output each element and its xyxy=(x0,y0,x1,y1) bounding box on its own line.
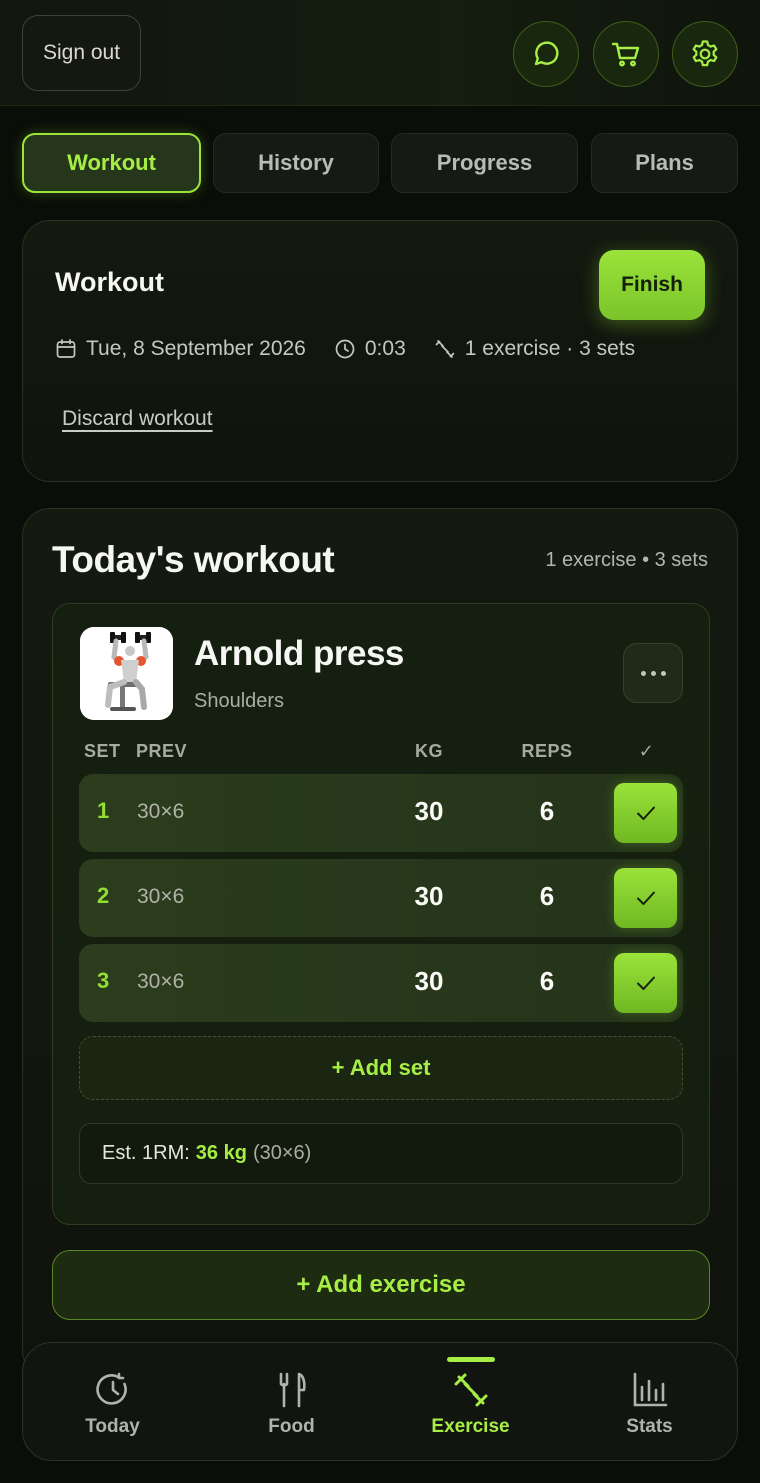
add-set-button[interactable]: + Add set xyxy=(79,1036,683,1100)
todays-workout-title: Today's workout xyxy=(52,539,335,580)
estimated-1rm: Est. 1RM: 36 kg (30×6) xyxy=(79,1123,683,1184)
set-reps[interactable]: 6 xyxy=(519,966,575,997)
bar-chart-icon xyxy=(633,1372,667,1407)
set-number: 1 xyxy=(97,798,110,823)
todays-workout-summary: 1 exercise • 3 sets xyxy=(545,549,708,571)
estimated-1rm-label: Est. 1RM: xyxy=(102,1142,190,1164)
settings-button[interactable] xyxy=(672,21,738,87)
estimated-1rm-value: 36 kg xyxy=(195,1142,247,1164)
nav-today[interactable]: Today xyxy=(23,1343,202,1462)
set-weight[interactable]: 30 xyxy=(401,881,457,912)
arnold-press-illustration xyxy=(80,627,173,720)
calendar-icon xyxy=(56,339,76,358)
session-summary: 1 exercise · 3 sets xyxy=(434,337,635,361)
dumbbell-icon xyxy=(454,1373,487,1407)
check-icon xyxy=(636,976,655,990)
set-previous: 30×6 xyxy=(137,970,185,993)
column-header-reps: REPS xyxy=(521,741,573,761)
set-row: 2 30×6 30 6 xyxy=(79,859,683,937)
active-nav-indicator xyxy=(446,1357,495,1362)
gear-icon xyxy=(692,40,718,67)
todays-workout-card: Today's workout 1 exercise • 3 sets Arno… xyxy=(22,508,738,1378)
set-number: 2 xyxy=(97,883,110,908)
session-timer-text: 0:03 xyxy=(364,337,406,360)
nav-stats[interactable]: Stats xyxy=(560,1343,739,1462)
nav-food-label: Food xyxy=(268,1416,315,1437)
check-icon xyxy=(636,891,655,905)
finish-button[interactable]: Finish xyxy=(599,250,705,320)
session-date: Tue, 8 September 2026 xyxy=(55,337,306,361)
sign-out-button[interactable]: Sign out xyxy=(22,15,141,91)
exercise-card: Arnold press Shoulders SET PREV KG REPS … xyxy=(52,603,710,1225)
fork-knife-icon xyxy=(279,1372,306,1408)
set-previous: 30×6 xyxy=(137,800,185,823)
discard-workout-link[interactable]: Discard workout xyxy=(62,407,213,431)
set-reps[interactable]: 6 xyxy=(519,796,575,827)
session-meta: Tue, 8 September 2026 0:03 1 exercise · … xyxy=(55,334,663,364)
more-dot-icon xyxy=(640,670,646,676)
column-header-prev: PREV xyxy=(136,741,188,761)
column-header-set: SET xyxy=(84,741,121,761)
exercise-more-button[interactable] xyxy=(623,643,683,703)
more-dot-icon xyxy=(660,670,666,676)
set-row: 3 30×6 30 6 xyxy=(79,944,683,1022)
set-complete-toggle[interactable] xyxy=(614,953,677,1013)
clock-icon xyxy=(335,339,355,359)
session-summary-text: 1 exercise · 3 sets xyxy=(464,337,636,360)
nav-exercise-label: Exercise xyxy=(431,1416,510,1437)
nav-today-label: Today xyxy=(85,1416,140,1437)
set-weight[interactable]: 30 xyxy=(401,796,457,827)
nav-stats-label: Stats xyxy=(626,1416,673,1437)
check-icon xyxy=(636,806,655,820)
session-card: Workout Finish Tue, 8 September 2026 0:0… xyxy=(22,220,738,482)
nav-food[interactable]: Food xyxy=(202,1343,381,1462)
set-weight[interactable]: 30 xyxy=(401,966,457,997)
clock-history-icon xyxy=(95,1372,127,1405)
bottom-nav: Today Food Exercise Stats xyxy=(22,1342,738,1461)
chat-bubble-icon xyxy=(534,41,559,66)
tab-progress[interactable]: Progress xyxy=(391,133,578,193)
set-row: 1 30×6 30 6 xyxy=(79,774,683,852)
tab-history[interactable]: History xyxy=(213,133,379,193)
set-complete-toggle[interactable] xyxy=(614,783,677,843)
more-dot-icon xyxy=(650,670,656,676)
cart-icon xyxy=(611,42,640,67)
dumbbell-icon xyxy=(435,340,455,358)
set-reps[interactable]: 6 xyxy=(519,881,575,912)
tab-plans[interactable]: Plans xyxy=(591,133,738,193)
exercise-muscle-group: Shoulders xyxy=(194,690,285,712)
session-date-text: Tue, 8 September 2026 xyxy=(86,337,306,360)
session-title: Workout xyxy=(55,267,164,297)
set-complete-toggle[interactable] xyxy=(614,868,677,928)
column-header-done: ✓ xyxy=(638,741,655,761)
add-exercise-button[interactable]: + Add exercise xyxy=(52,1250,710,1320)
exercise-thumbnail xyxy=(80,627,173,720)
section-tabs: Workout History Progress Plans xyxy=(22,133,738,193)
set-previous: 30×6 xyxy=(137,885,185,908)
tab-workout[interactable]: Workout xyxy=(22,133,201,193)
top-bar: Sign out xyxy=(0,0,760,106)
exercise-name: Arnold press xyxy=(194,634,404,673)
nav-exercise[interactable]: Exercise xyxy=(381,1343,560,1462)
column-header-kg: KG xyxy=(415,741,443,761)
chat-button[interactable] xyxy=(513,21,579,87)
estimated-1rm-detail: (30×6) xyxy=(252,1142,312,1164)
session-timer: 0:03 xyxy=(334,337,406,361)
cart-button[interactable] xyxy=(593,21,659,87)
set-number: 3 xyxy=(97,968,110,993)
